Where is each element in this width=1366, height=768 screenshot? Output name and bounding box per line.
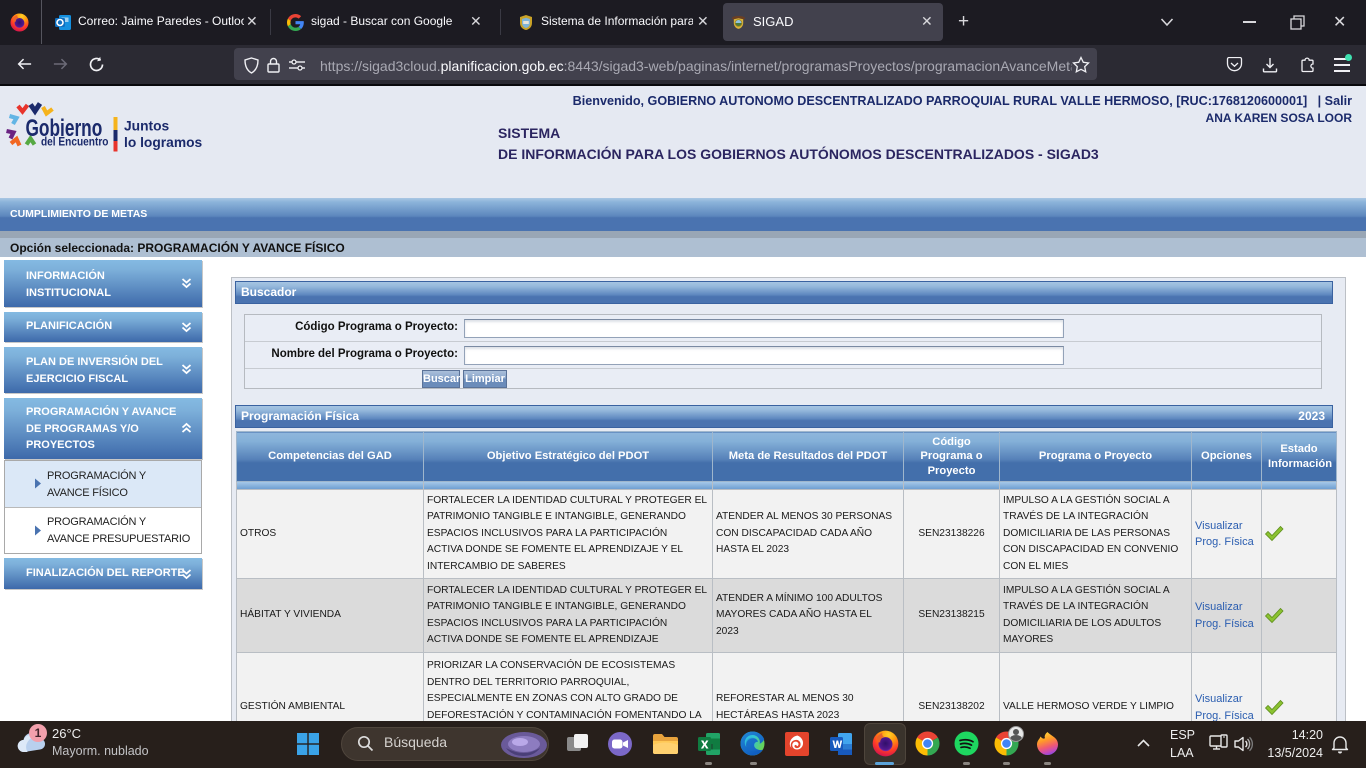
svg-text:Juntos: Juntos bbox=[124, 119, 170, 134]
svg-text:lo logramos: lo logramos bbox=[124, 135, 203, 150]
svg-text:del Encuentro: del Encuentro bbox=[41, 136, 109, 149]
